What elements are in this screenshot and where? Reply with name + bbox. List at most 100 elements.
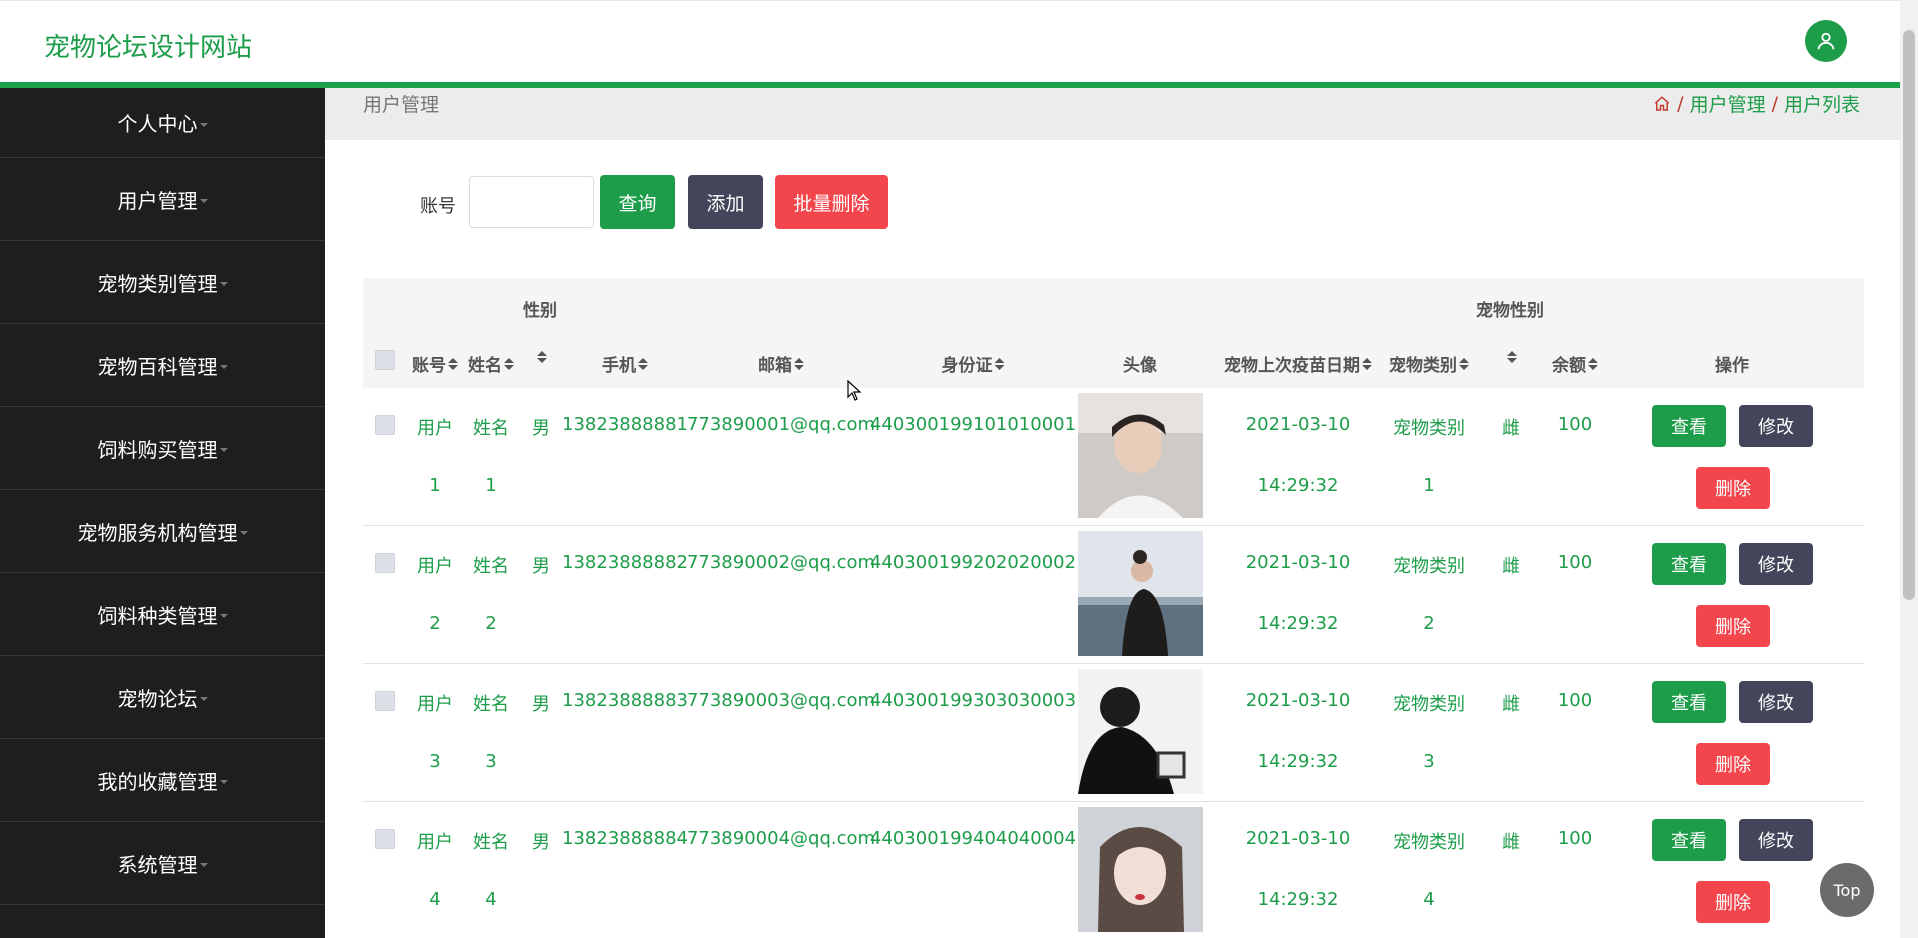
cell-name-suffix: 1 <box>485 475 497 496</box>
page-scrollbar[interactable] <box>1900 0 1918 938</box>
avatar-image[interactable] <box>1078 393 1203 518</box>
sort-icon <box>448 357 458 370</box>
edit-button[interactable]: 修改 <box>1739 819 1813 861</box>
sidebar-item-feed-type[interactable]: 饲料种类管理 <box>0 573 325 656</box>
delete-button[interactable]: 删除 <box>1696 467 1770 509</box>
back-to-top-button[interactable]: Top <box>1820 863 1874 917</box>
user-avatar-button[interactable] <box>1805 20 1847 62</box>
col-balance-label: 余额 <box>1552 356 1586 376</box>
sidebar-item-label: 系统管理 <box>117 852 198 877</box>
sidebar-item-pet-forum[interactable]: 宠物论坛 <box>0 656 325 739</box>
chevron-down-icon <box>219 282 228 286</box>
table-row: 用户 4 姓名 4 男 13823888884 773890004@qq.com… <box>363 802 1864 938</box>
cell-idcard: 440300199101010001 <box>869 414 1077 435</box>
batch-delete-button[interactable]: 批量删除 <box>775 175 888 229</box>
sidebar-item-personal-center[interactable]: 个人中心 <box>0 88 325 158</box>
cell-pet-type-suffix: 2 <box>1423 613 1435 634</box>
col-phone[interactable]: 手机 <box>602 351 648 376</box>
view-button[interactable]: 查看 <box>1652 405 1726 447</box>
col-actions-label: 操作 <box>1715 356 1749 376</box>
col-avatar: 头像 <box>1123 351 1157 376</box>
site-title: 宠物论坛设计网站 <box>44 33 253 63</box>
view-button[interactable]: 查看 <box>1652 819 1726 861</box>
sidebar-item-feed-purchase[interactable]: 饲料购买管理 <box>0 407 325 490</box>
sidebar-item-favorites[interactable]: 我的收藏管理 <box>0 739 325 822</box>
sort-icon <box>1459 357 1469 370</box>
table-row: 用户 1 姓名 1 男 13823888881 773890001@qq.com… <box>363 388 1864 526</box>
sidebar-item-label: 个人中心 <box>117 112 198 136</box>
row-checkbox[interactable] <box>375 415 395 435</box>
sort-icon <box>1362 357 1372 370</box>
page-title: 用户管理 <box>363 94 440 116</box>
edit-button[interactable]: 修改 <box>1739 681 1813 723</box>
mouse-cursor-icon <box>847 380 862 401</box>
user-table: 性别 宠物性别 账号 姓名 手机 邮箱 身份证 头像 宠物上次疫苗日期 宠物类别… <box>363 278 1864 938</box>
sidebar-item-pet-category[interactable]: 宠物类别管理 <box>0 241 325 324</box>
chevron-down-icon <box>199 863 208 867</box>
edit-button[interactable]: 修改 <box>1739 543 1813 585</box>
col-avatar-label: 头像 <box>1123 356 1157 376</box>
account-search-input[interactable] <box>469 176 594 228</box>
account-search-label: 账号 <box>420 196 456 217</box>
user-icon <box>1817 32 1835 50</box>
cell-name-suffix: 3 <box>485 751 497 772</box>
cell-balance: 100 <box>1557 690 1593 711</box>
col-idcard[interactable]: 身份证 <box>942 351 1005 376</box>
avatar-image[interactable] <box>1078 531 1203 656</box>
sort-icon <box>537 351 547 363</box>
cell-pet-gender: 雌 <box>1502 694 1520 715</box>
col-pet-type[interactable]: 宠物类别 <box>1389 351 1469 376</box>
sidebar-item-label: 饲料购买管理 <box>97 437 218 462</box>
cell-account: 用户 <box>417 556 453 577</box>
sidebar-item-label: 宠物类别管理 <box>97 271 218 296</box>
table-row: 用户 2 姓名 2 男 13823888882 773890002@qq.com… <box>363 526 1864 664</box>
col-name[interactable]: 姓名 <box>468 351 514 376</box>
cell-gender: 男 <box>532 832 550 853</box>
cell-account-suffix: 1 <box>429 475 441 496</box>
edit-button[interactable]: 修改 <box>1739 405 1813 447</box>
row-checkbox[interactable] <box>375 829 395 849</box>
add-button[interactable]: 添加 <box>688 175 763 229</box>
col-gender[interactable] <box>535 351 547 363</box>
delete-button[interactable]: 删除 <box>1696 881 1770 923</box>
sidebar-item-system[interactable]: 系统管理 <box>0 822 325 905</box>
col-account[interactable]: 账号 <box>412 351 458 376</box>
view-button[interactable]: 查看 <box>1652 681 1726 723</box>
col-pet-gender[interactable] <box>1505 351 1517 363</box>
select-all-checkbox[interactable] <box>375 350 395 370</box>
scrollbar-thumb[interactable] <box>1903 30 1915 600</box>
cell-vaccine-date: 2021-03-10 <box>1245 414 1351 435</box>
cell-phone: 13823888881 <box>562 414 688 435</box>
sidebar-item-pet-service[interactable]: 宠物服务机构管理 <box>0 490 325 573</box>
col-balance[interactable]: 余额 <box>1552 351 1598 376</box>
sidebar-item-label: 宠物服务机构管理 <box>77 520 238 545</box>
avatar-image[interactable] <box>1078 807 1203 932</box>
col-vaccine-date[interactable]: 宠物上次疫苗日期 <box>1224 351 1372 376</box>
cell-pet-gender: 雌 <box>1502 832 1520 853</box>
chevron-down-icon <box>239 531 248 535</box>
view-button[interactable]: 查看 <box>1652 543 1726 585</box>
cell-account: 用户 <box>417 418 453 439</box>
row-checkbox[interactable] <box>375 691 395 711</box>
row-checkbox[interactable] <box>375 553 395 573</box>
chevron-down-icon <box>219 780 228 784</box>
query-button[interactable]: 查询 <box>600 175 675 229</box>
cell-pet-type-suffix: 1 <box>1423 475 1435 496</box>
cell-pet-type-suffix: 4 <box>1423 889 1435 910</box>
cell-phone: 13823888883 <box>562 690 688 711</box>
breadcrumb-item[interactable]: 用户管理 <box>1690 90 1766 117</box>
delete-button[interactable]: 删除 <box>1696 743 1770 785</box>
avatar-image[interactable] <box>1078 669 1203 794</box>
col-email[interactable]: 邮箱 <box>758 351 804 376</box>
cell-pet-gender: 雌 <box>1502 556 1520 577</box>
sidebar-item-user-management[interactable]: 用户管理 <box>0 158 325 241</box>
cell-pet-gender: 雌 <box>1502 418 1520 439</box>
sort-icon <box>994 357 1005 370</box>
cell-email: 773890001@qq.com <box>686 414 876 435</box>
delete-button[interactable]: 删除 <box>1696 605 1770 647</box>
sidebar-item-label: 宠物论坛 <box>117 686 198 711</box>
cell-email: 773890003@qq.com <box>686 690 876 711</box>
home-icon[interactable] <box>1653 95 1671 113</box>
breadcrumb-separator: / <box>1677 92 1684 115</box>
sidebar-item-pet-encyclopedia[interactable]: 宠物百科管理 <box>0 324 325 407</box>
